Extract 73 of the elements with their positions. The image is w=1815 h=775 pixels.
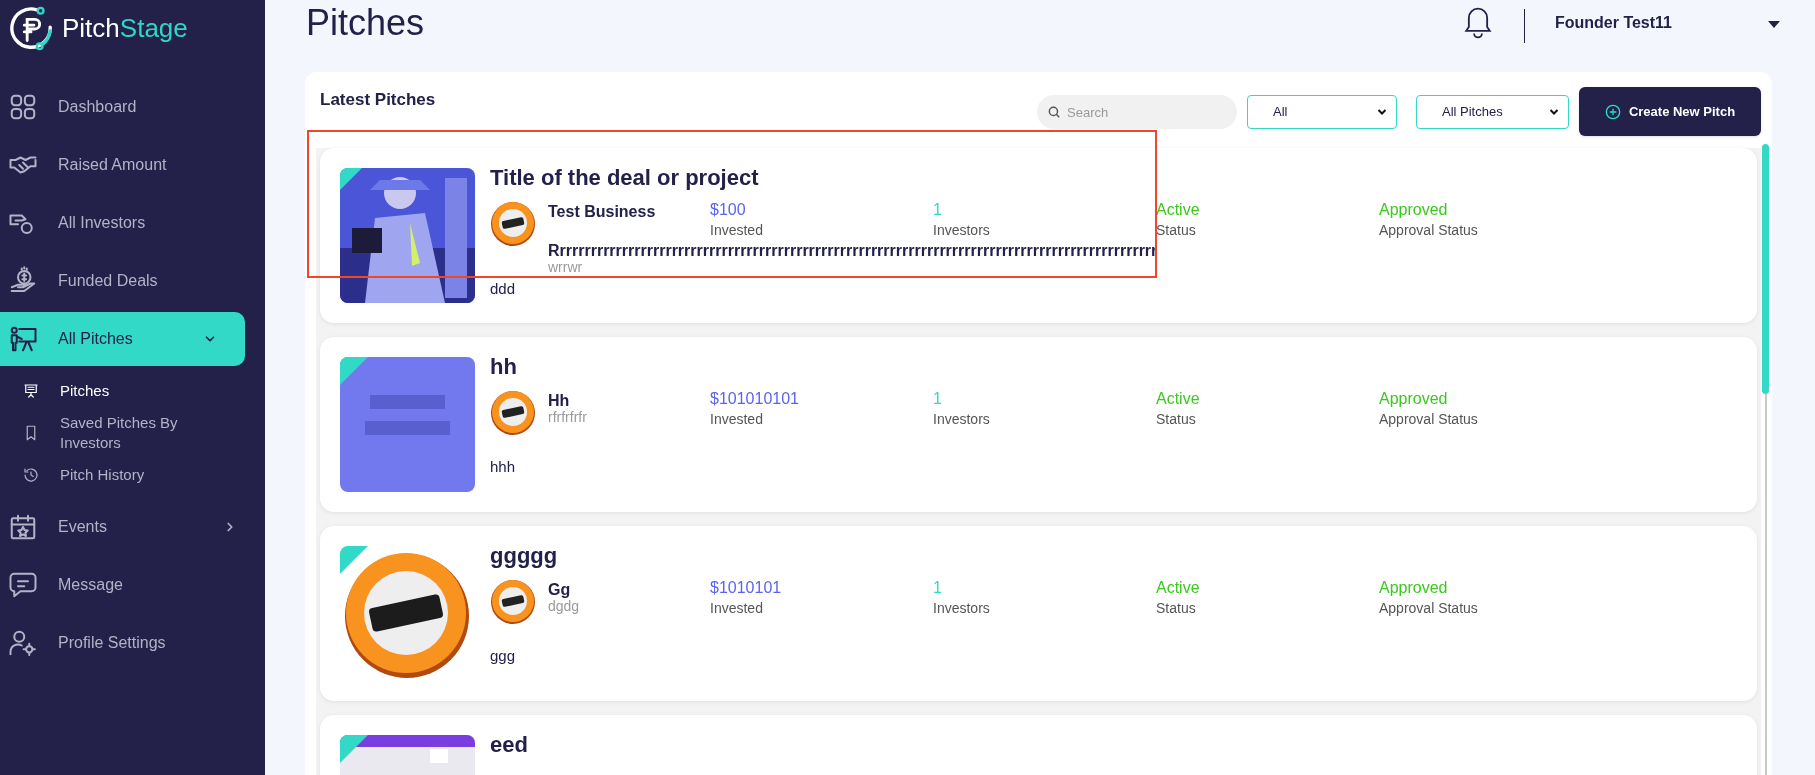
sidebar-item[interactable]: Message bbox=[0, 558, 265, 612]
page-title: Pitches bbox=[306, 0, 425, 45]
pitch-description: ddd bbox=[490, 279, 517, 299]
create-pitch-button[interactable]: Create New Pitch bbox=[1579, 87, 1761, 136]
sidebar-item[interactable]: Events bbox=[0, 500, 265, 554]
pitch-title[interactable]: Title of the deal or project bbox=[490, 164, 1602, 192]
user-name[interactable]: Founder Test11 bbox=[1554, 10, 1672, 35]
business-subtitle: wrrwr bbox=[548, 259, 584, 276]
sidebar-item[interactable]: Profile Settings bbox=[0, 616, 265, 670]
investors-value: 1 bbox=[933, 389, 943, 409]
search-icon bbox=[1047, 105, 1061, 119]
invested-label: Invested bbox=[710, 599, 764, 618]
approval-value: Approved bbox=[1379, 200, 1449, 220]
search-field[interactable]: Search bbox=[1037, 95, 1237, 129]
sidebar-subitem[interactable]: Saved Pitches By Investors bbox=[0, 412, 265, 454]
investors-label: Investors bbox=[933, 221, 991, 240]
pitch-card[interactable]: eed bbox=[320, 715, 1757, 775]
investors-label: Investors bbox=[933, 410, 991, 429]
investors-value: 1 bbox=[933, 578, 943, 598]
business-name: Gg bbox=[548, 581, 572, 598]
user-settings-icon bbox=[8, 628, 38, 658]
status-label: Status bbox=[1156, 599, 1197, 618]
sidebar-item[interactable]: Funded Deals bbox=[0, 254, 265, 308]
investors-value: 1 bbox=[933, 200, 943, 220]
grid-icon bbox=[8, 92, 38, 122]
presenter-icon bbox=[8, 324, 38, 354]
status-value: Active bbox=[1156, 578, 1201, 598]
invested-value: $100 bbox=[710, 200, 747, 220]
approval-label: Approval Status bbox=[1379, 410, 1479, 429]
brand-name: PitchStage bbox=[62, 12, 188, 45]
history-icon bbox=[22, 466, 40, 484]
approval-label: Approval Status bbox=[1379, 599, 1479, 618]
status-value: Active bbox=[1156, 389, 1201, 409]
invested-value: $101010101 bbox=[710, 389, 800, 409]
pitch-description: ggg bbox=[490, 646, 517, 666]
status-label: Status bbox=[1156, 410, 1197, 429]
business-name: Hh bbox=[548, 392, 571, 409]
invested-value: $1010101 bbox=[710, 578, 783, 598]
scrollbar-thumb[interactable] bbox=[1762, 144, 1769, 394]
approval-value: Approved bbox=[1379, 389, 1449, 409]
logo-icon bbox=[8, 5, 54, 52]
business-name: Test Business bbox=[548, 203, 657, 220]
section-title: Latest Pitches bbox=[320, 89, 436, 111]
sidebar-subitem[interactable]: Pitches bbox=[0, 370, 265, 412]
pitch-card[interactable]: ggggg Gg dgdg $1010101 Invested 1 Investors Active Status Approved Approval Status ggg bbox=[320, 526, 1757, 701]
calendar-icon bbox=[8, 512, 38, 542]
presentation-board-icon bbox=[22, 382, 40, 400]
business-subtitle: dgdg bbox=[548, 598, 581, 615]
status-label: Status bbox=[1156, 221, 1197, 240]
invested-label: Invested bbox=[710, 410, 764, 429]
pitch-card[interactable]: hh Hh rfrfrfrfr $101010101 Invested 1 Investors Active Status Approved Approval Status hhh bbox=[320, 337, 1757, 512]
filter-dropdown[interactable]: All Pitches bbox=[1416, 95, 1569, 129]
pitch-title[interactable]: hh bbox=[490, 353, 1602, 381]
pitch-card[interactable] bbox=[320, 148, 1757, 323]
plus-circle-icon bbox=[1604, 103, 1621, 120]
sidebar-item[interactable]: All Investors bbox=[0, 196, 265, 250]
business-subtitle: rfrfrfrfr bbox=[548, 409, 588, 426]
invested-label: Invested bbox=[710, 221, 764, 240]
approval-label: Approval Status bbox=[1379, 221, 1479, 240]
sidebar-item[interactable]: Dashboard bbox=[0, 80, 265, 134]
pitch-description: hhh bbox=[490, 457, 517, 477]
filter-dropdown[interactable]: All bbox=[1247, 95, 1397, 129]
chat-icon bbox=[8, 570, 38, 600]
sidebar-item[interactable]: Raised Amount bbox=[0, 138, 265, 192]
pitch-title[interactable]: eed bbox=[490, 731, 528, 759]
caret-icon[interactable] bbox=[1768, 20, 1780, 29]
business-tagline: Rrrrrrrrrrrrrrrrrrrrrrrrrrrrrrrrrrrrrrrrrrrrrrrrrrrrrrrrrrrrrrrrrrrrrrrrrrrrrrrrrrrrrrrrrrrrrrrrr bbox=[548, 242, 1158, 259]
approval-value: Approved bbox=[1379, 578, 1449, 598]
status-value: Active bbox=[1156, 200, 1201, 220]
pitch-title[interactable]: ggggg bbox=[490, 542, 1602, 570]
investors-label: Investors bbox=[933, 599, 991, 618]
sidebar-subitem[interactable]: Pitch History bbox=[0, 454, 265, 496]
sidebar-item[interactable]: All Pitches bbox=[0, 312, 245, 366]
